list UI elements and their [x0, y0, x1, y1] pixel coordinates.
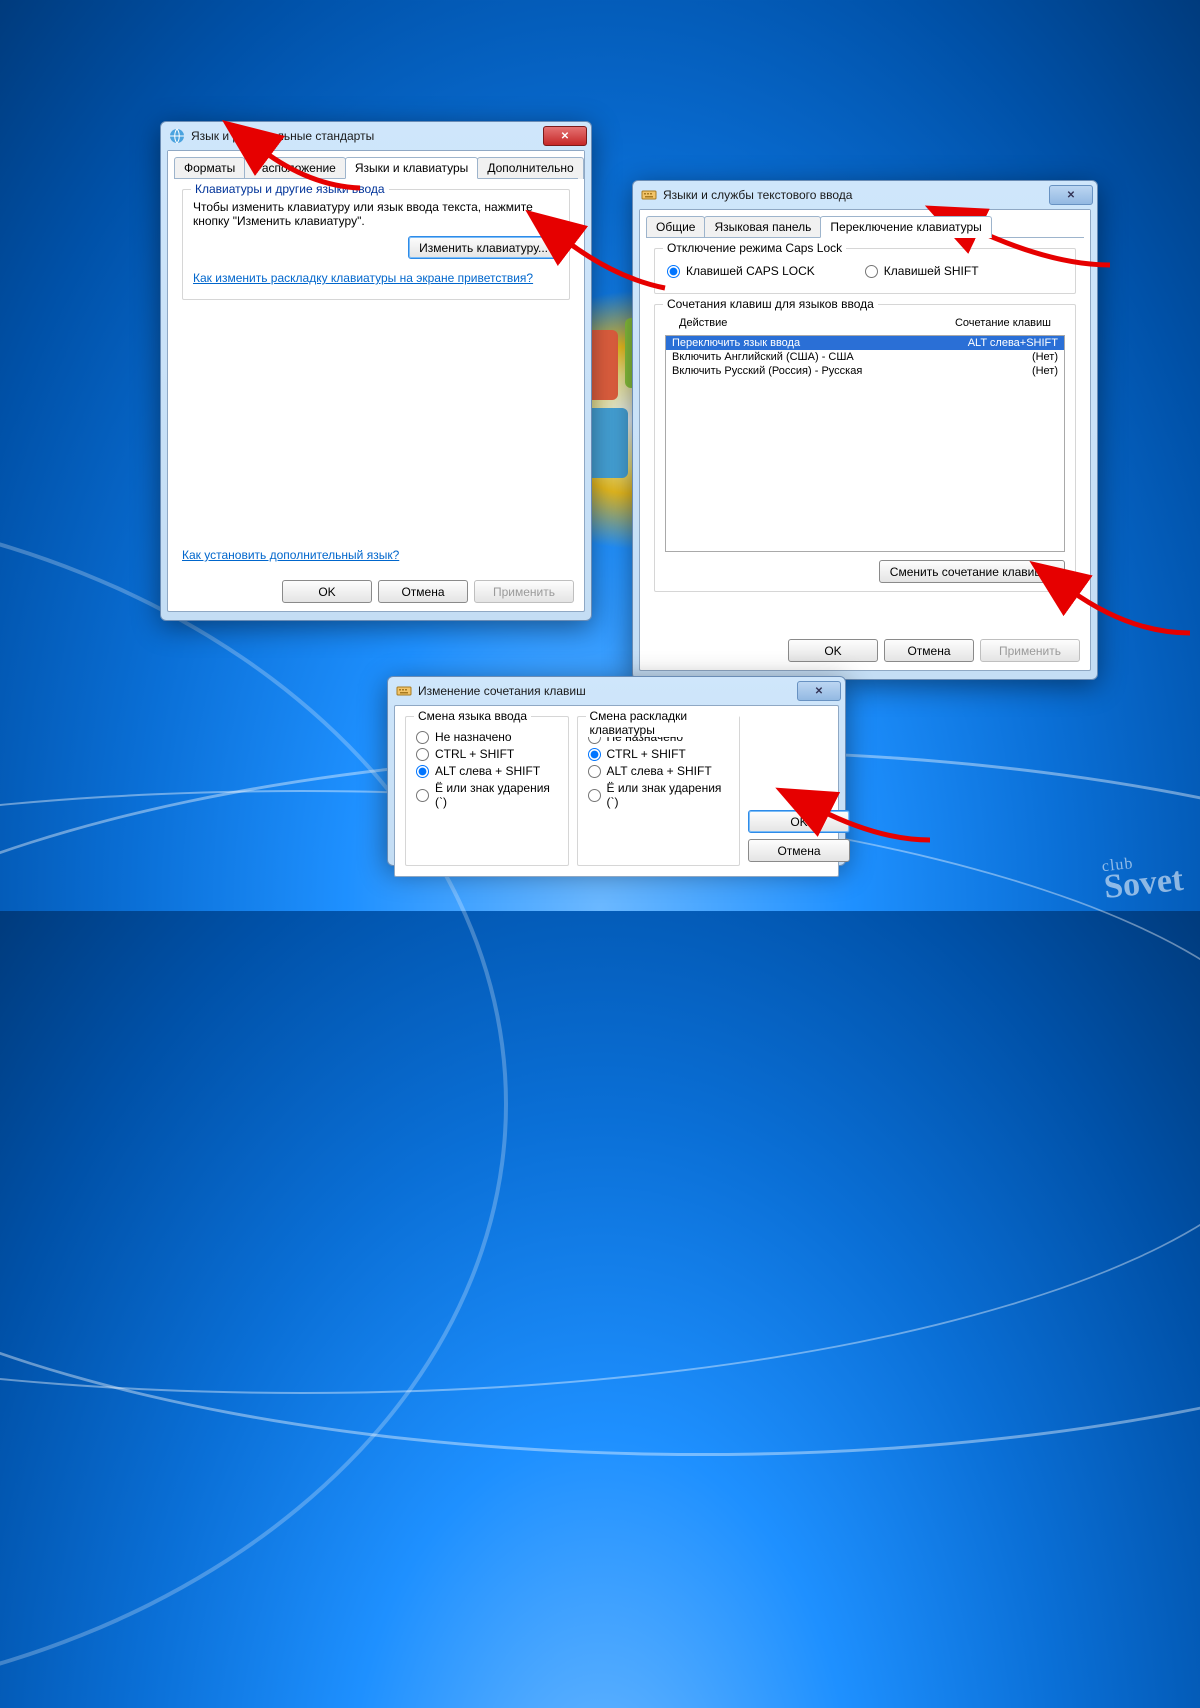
radio-shift[interactable]: Клавишей SHIFT [865, 264, 979, 278]
group-title: Клавиатуры и другие языки ввода [191, 182, 389, 196]
change-keyboard-button[interactable]: Изменить клавиатуру... [408, 236, 559, 259]
radio-alt-shift[interactable]: ALT слева + SHIFT [588, 764, 730, 778]
change-hotkey-button[interactable]: Сменить сочетание клавиш... [879, 560, 1065, 583]
apply-button[interactable]: Применить [980, 639, 1080, 662]
list-row[interactable]: Включить Русский (Россия) - Русская(Нет) [666, 364, 1064, 378]
tab-formats[interactable]: Форматы [174, 157, 245, 179]
tab-advanced[interactable]: Дополнительно [477, 157, 583, 179]
radio-grave-accent[interactable]: Ё или знак ударения (`) [588, 781, 730, 809]
close-button[interactable]: ✕ [1049, 185, 1093, 205]
link-install-language[interactable]: Как установить дополнительный язык? [182, 548, 399, 562]
tab-strip: Общие Языковая панель Переключение клави… [640, 210, 1090, 238]
group-input-language: Смена языка ввода [414, 709, 531, 723]
tab-strip: Форматы Расположение Языки и клавиатуры … [168, 151, 584, 179]
tab-general[interactable]: Общие [646, 216, 705, 238]
dialog-buttons: OK Отмена Применить [168, 572, 584, 611]
tab-languages-keyboards[interactable]: Языки и клавиатуры [345, 157, 478, 179]
cancel-button[interactable]: Отмена [884, 639, 974, 662]
keyboard-icon [641, 187, 657, 203]
titlebar[interactable]: Язык и региональные стандарты ✕ [161, 122, 591, 150]
window-title: Язык и региональные стандарты [191, 129, 543, 143]
hotkeys-listview[interactable]: Переключить язык вводаALT слева+SHIFTВкл… [665, 335, 1065, 552]
tab-keyboard-switching[interactable]: Переключение клавиатуры [820, 216, 991, 238]
window-title: Языки и службы текстового ввода [663, 188, 1049, 202]
window-text-services: Языки и службы текстового ввода ✕ Общие … [632, 180, 1098, 680]
ok-button[interactable]: OK [282, 580, 372, 603]
close-button[interactable]: ✕ [797, 681, 841, 701]
tab-language-bar[interactable]: Языковая панель [704, 216, 821, 238]
watermark: club Sovet [1101, 850, 1184, 900]
capslock-group-title: Отключение режима Caps Lock [663, 241, 846, 255]
list-row[interactable]: Включить Английский (США) - США(Нет) [666, 350, 1064, 364]
cancel-button[interactable]: Отмена [748, 839, 850, 862]
radio-grave-accent[interactable]: Ё или знак ударения (`) [416, 781, 558, 809]
group-keyboard-layout: Смена раскладки клавиатуры [586, 709, 740, 737]
radio-capslock[interactable]: Клавишей CAPS LOCK [667, 264, 815, 278]
radio-alt-shift[interactable]: ALT слева + SHIFT [416, 764, 558, 778]
radio-ctrl-shift[interactable]: CTRL + SHIFT [588, 747, 730, 761]
ok-button[interactable]: OK [748, 810, 850, 833]
radio-none[interactable]: Не назначено [416, 730, 558, 744]
keyboard-icon [396, 683, 412, 699]
list-row[interactable]: Переключить язык вводаALT слева+SHIFT [666, 336, 1064, 350]
cancel-button[interactable]: Отмена [378, 580, 468, 603]
window-change-hotkey: Изменение сочетания клавиш ✕ Смена языка… [387, 676, 846, 866]
tab-location[interactable]: Расположение [244, 157, 346, 179]
link-layout-welcome-screen[interactable]: Как изменить раскладку клавиатуры на экр… [193, 271, 533, 285]
dialog-buttons: OK Отмена Применить [640, 631, 1090, 670]
hotkeys-group-title: Сочетания клавиш для языков ввода [663, 297, 878, 311]
group-text: Чтобы изменить клавиатуру или язык ввода… [193, 200, 559, 228]
globe-icon [169, 128, 185, 144]
radio-ctrl-shift[interactable]: CTRL + SHIFT [416, 747, 558, 761]
apply-button[interactable]: Применить [474, 580, 574, 603]
titlebar[interactable]: Изменение сочетания клавиш ✕ [388, 677, 845, 705]
ok-button[interactable]: OK [788, 639, 878, 662]
titlebar[interactable]: Языки и службы текстового ввода ✕ [633, 181, 1097, 209]
window-title: Изменение сочетания клавиш [418, 684, 797, 698]
close-button[interactable]: ✕ [543, 126, 587, 146]
listview-header: Действие Сочетание клавиш [665, 315, 1065, 335]
window-region-language: Язык и региональные стандарты ✕ Форматы … [160, 121, 592, 621]
